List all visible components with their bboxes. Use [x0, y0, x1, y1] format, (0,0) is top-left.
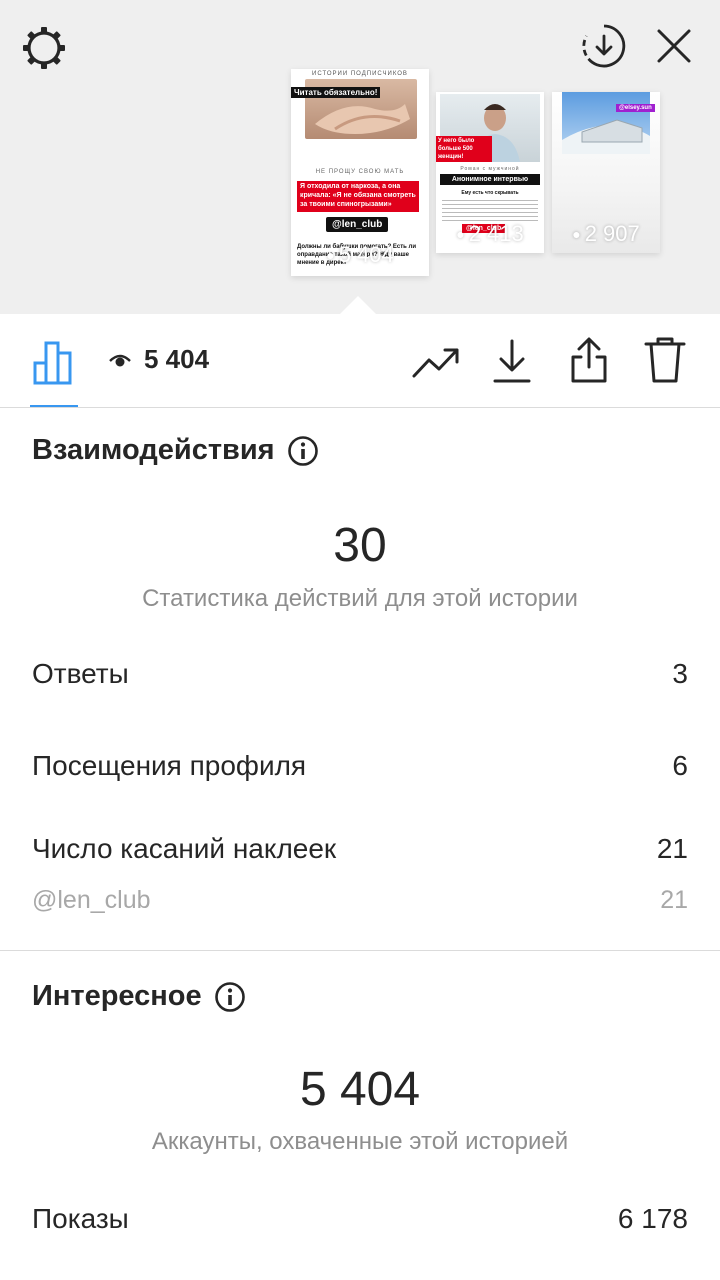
share-button[interactable]: [564, 334, 614, 386]
selected-story-pointer: [340, 296, 376, 314]
story-thumbnail-3[interactable]: @elsey.sun ● 2 907: [552, 92, 660, 253]
metric-value: 6: [672, 750, 688, 781]
bar-chart-icon: [33, 341, 72, 385]
story-2-caption: Роман с мужчиной: [460, 166, 520, 172]
discovery-total: 5 404: [299, 1063, 421, 1116]
metric-value: 6 178: [617, 1203, 688, 1234]
metric-row-impressions: Показы 6 178: [32, 1203, 688, 1235]
download-button[interactable]: [488, 336, 536, 386]
sticker-mention-value: 21: [660, 886, 688, 914]
story-1-quote: Я отходила от наркоза, а она кричала: «Я…: [297, 181, 419, 212]
close-button[interactable]: [652, 24, 696, 68]
metric-label: Ответы: [32, 658, 129, 689]
promote-button[interactable]: [410, 338, 462, 386]
info-icon[interactable]: [287, 435, 319, 467]
interactions-total: 30: [333, 519, 387, 572]
story-1-header: ИСТОРИИ ПОДПИСЧИКОВ: [312, 71, 408, 77]
sticker-mention-label: @len_club: [32, 886, 151, 914]
story-2-title: Анонимное интервью: [440, 174, 540, 185]
story-3-tag: @elsey.sun: [616, 104, 655, 112]
story-3-views: ● 2 907: [572, 221, 640, 246]
gear-icon: [23, 27, 65, 69]
download-icon: [493, 339, 531, 383]
metric-label: Посещения профиля: [32, 750, 307, 781]
story-2-views: ● 2 413: [456, 221, 524, 246]
metric-value: 3: [672, 658, 688, 689]
story-1-views: ● 5 404: [326, 242, 394, 267]
metric-label: Показы: [32, 1203, 129, 1234]
story-1-sticker: Читать обязательно!: [291, 87, 381, 98]
story-2-subtitle: Ему есть что скрывать: [461, 190, 519, 196]
story-preview-area: ИСТОРИИ ПОДПИСЧИКОВ Читать обязательно! …: [0, 0, 720, 314]
eye-icon: ●: [326, 247, 335, 263]
story-3-photo: [562, 92, 650, 154]
story-1-caption: НЕ ПРОЩУ СВОЮ МАТЬ: [315, 169, 405, 175]
eye-icon: ●: [572, 226, 581, 242]
settings-button[interactable]: [18, 22, 70, 74]
delete-button[interactable]: [640, 334, 690, 386]
trash-icon: [644, 337, 686, 383]
discovery-subtitle: Аккаунты, охваченные этой историей: [151, 1128, 569, 1155]
story-2-body: [442, 200, 538, 222]
views-count: 5 404: [144, 344, 210, 374]
active-tab-indicator: [30, 405, 78, 407]
eye-icon: ●: [456, 226, 465, 242]
info-icon[interactable]: [214, 981, 246, 1013]
views-summary[interactable]: 5 404: [108, 344, 209, 375]
close-icon: [657, 29, 691, 63]
metric-row-sticker-taps: Число касаний наклеек 21: [32, 833, 688, 865]
story-2-sticker: У него было больше 500 женщин!: [436, 136, 492, 162]
metric-value: 21: [656, 833, 688, 864]
share-icon: [571, 337, 607, 383]
interactions-section-title: Взаимодействия: [32, 434, 319, 467]
insights-tab[interactable]: [28, 336, 80, 388]
trending-up-icon: [412, 348, 459, 378]
metric-row-profile-visits: Посещения профиля 6: [32, 750, 688, 782]
save-story-button[interactable]: [580, 22, 628, 70]
metric-row-sticker-mention: @len_club 21: [32, 886, 688, 915]
discovery-section-title: Интересное: [32, 980, 246, 1013]
story-thumbnail-2[interactable]: У него было больше 500 женщин! Роман с м…: [436, 92, 544, 253]
story-toolbar: 5 404: [0, 314, 720, 408]
section-divider: [0, 950, 720, 951]
download-circle-icon: [582, 24, 626, 68]
metric-row-replies: Ответы 3: [32, 658, 688, 690]
eye-icon: [109, 354, 131, 366]
story-thumbnail-1[interactable]: ИСТОРИИ ПОДПИСЧИКОВ Читать обязательно! …: [291, 69, 429, 276]
metric-label: Число касаний наклеек: [32, 833, 337, 864]
story-1-mention: @len_club: [326, 217, 389, 232]
interactions-subtitle: Статистика действий для этой истории: [142, 585, 578, 612]
